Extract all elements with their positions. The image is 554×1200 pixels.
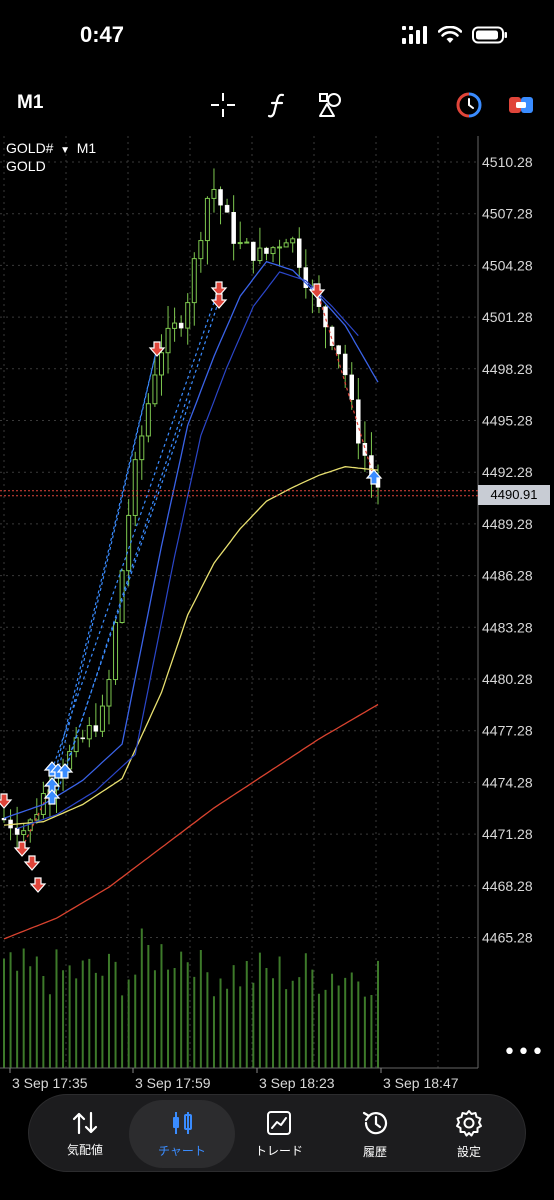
candle-body [349, 374, 355, 400]
tab-bar: 気配値 チャート トレード 履歴 設定 [28, 1094, 526, 1172]
tab-label: 設定 [456, 1144, 481, 1159]
dropdown-icon: ▼ [57, 145, 73, 156]
candle-body [14, 827, 20, 835]
candle-body [99, 705, 105, 732]
price-tick-label: 4501.28 [482, 309, 533, 325]
tab-chart[interactable]: チャート [129, 1100, 235, 1168]
sell-arrow-icon [210, 293, 228, 309]
candle-body [80, 737, 85, 740]
tab-label: 履歴 [362, 1144, 387, 1159]
candle-body [73, 737, 79, 753]
price-tick-label: 4504.28 [482, 257, 533, 273]
time-tick-label: 3 Sep 17:59 [135, 1075, 211, 1091]
tab-history[interactable]: 履歴 [325, 1095, 425, 1173]
candle-body [323, 306, 328, 328]
candle-body [126, 514, 132, 572]
sell-arrow-icon [29, 877, 47, 893]
candle-body [204, 197, 210, 242]
candle-body [106, 679, 112, 707]
time-tick-label: 3 Sep 18:47 [383, 1075, 459, 1091]
candle-body [198, 240, 204, 260]
candle-body [270, 247, 276, 255]
ma-slow-line [3, 703, 379, 940]
price-tick-label: 4480.28 [482, 671, 533, 687]
settings-icon [456, 1109, 482, 1136]
candle-body [356, 399, 361, 444]
candle-body [257, 247, 263, 262]
candle-body [264, 247, 269, 254]
candle-body [1, 817, 7, 821]
chart-icon [173, 1111, 192, 1134]
tab-label: 気配値 [66, 1142, 103, 1157]
sell-arrow-icon [0, 793, 13, 809]
time-tick-label: 3 Sep 18:23 [259, 1075, 335, 1091]
price-tick-label: 4465.28 [482, 930, 533, 946]
symbol-name: GOLD# [6, 140, 54, 156]
candle-body [158, 352, 164, 376]
candle-body [145, 403, 151, 437]
trade-link-line [64, 299, 220, 773]
candle-body [139, 435, 145, 461]
tab-settings[interactable]: 設定 [419, 1095, 519, 1173]
candle-body [244, 241, 250, 244]
ma-fast-line [3, 260, 379, 819]
trade-link-line [51, 287, 220, 771]
candle-body [211, 188, 217, 199]
more-options-icon[interactable]: ••• [503, 1040, 545, 1065]
quotes-icon [72, 1111, 98, 1134]
price-tick-label: 4489.28 [482, 516, 533, 532]
candle-body [231, 212, 236, 244]
candle-body [172, 322, 178, 329]
candle-body [237, 242, 243, 245]
candle-body [27, 819, 33, 832]
candle-body [178, 322, 184, 329]
candle-body [277, 246, 283, 249]
ma-fast-line [16, 271, 359, 830]
tab-label: チャート [158, 1143, 206, 1158]
tab-quotes[interactable]: 気配値 [35, 1095, 135, 1173]
current-price-badge: 4490.91 [478, 485, 550, 505]
candle-body [93, 725, 99, 732]
candle-body [165, 327, 171, 354]
price-tick-label: 4495.28 [482, 413, 533, 429]
price-tick-label: 4492.28 [482, 464, 533, 480]
price-tick-label: 4510.28 [482, 154, 533, 170]
candle-body [21, 830, 27, 836]
price-chart[interactable]: 4510.28 4507.28 4504.28 4501.28 4498.28 4495.… [0, 0, 554, 1100]
candle-body [86, 725, 92, 740]
price-tick-label: 4474.28 [482, 774, 533, 790]
candle-body [218, 189, 223, 206]
candle-body [113, 622, 119, 681]
price-tick-label: 4498.28 [482, 361, 533, 377]
candle-body [152, 374, 158, 405]
price-tick-label: 4471.28 [482, 826, 533, 842]
price-tick-label: 4507.28 [482, 206, 533, 222]
candle-body [251, 241, 256, 261]
candle-body [132, 459, 138, 516]
candle-body [297, 238, 302, 268]
symbol-info[interactable]: GOLD# ▼ M1 [6, 140, 96, 156]
price-tick-label: 4468.28 [482, 878, 533, 894]
price-tick-label: 4477.28 [482, 723, 533, 739]
trade-icon [267, 1110, 291, 1135]
price-tick-label: 4483.28 [482, 619, 533, 635]
history-icon [362, 1111, 388, 1134]
candle-body [336, 345, 341, 355]
tab-trade[interactable]: トレード [229, 1095, 329, 1173]
candle-body [342, 353, 348, 376]
candle-body [283, 242, 289, 248]
time-tick-label: 3 Sep 17:35 [12, 1075, 88, 1091]
candle-body [191, 258, 197, 304]
symbol-description: GOLD [6, 158, 46, 174]
tab-label: トレード [254, 1143, 303, 1158]
symbol-timeframe: M1 [76, 140, 97, 156]
candle-body [224, 204, 230, 213]
candle-body [185, 302, 191, 329]
sell-arrow-icon [23, 855, 41, 871]
candle-body [290, 238, 296, 244]
price-tick-label: 4486.28 [482, 568, 533, 584]
